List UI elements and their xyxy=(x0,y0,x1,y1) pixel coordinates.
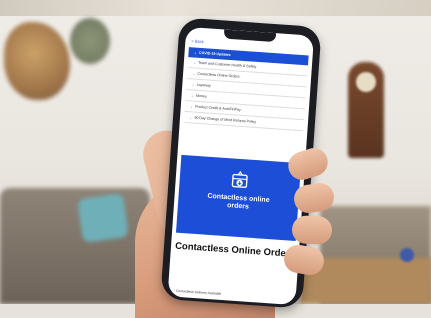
page-heading: Contactless Online Orders xyxy=(174,240,296,260)
menu-item-label: Product Credit & AutoFinPay xyxy=(195,104,241,112)
finger xyxy=(291,215,333,245)
menu-item-label: Team and Customer Health & Safety xyxy=(198,60,257,69)
ceiling-beam xyxy=(0,0,431,16)
menu-list: › COVID-19 Updates › Team and Customer Heal… xyxy=(183,47,309,132)
page-subtext: Contactless Delivery Available xyxy=(175,288,222,296)
menu-item-label: Layaway xyxy=(196,82,211,88)
chevron-right-icon: › xyxy=(192,81,194,88)
chevron-right-icon: › xyxy=(191,92,194,98)
menu-item-label: COVID-19 Updates xyxy=(198,50,231,58)
chevron-right-icon: › xyxy=(193,59,196,66)
banner-title: Contactless online orders xyxy=(207,192,270,211)
box-download-icon xyxy=(231,170,248,189)
chevron-right-icon: › xyxy=(189,114,192,120)
menu-item-label: Contactless Online Orders xyxy=(197,71,240,79)
lamp xyxy=(400,248,414,262)
menu-item-label: Money xyxy=(195,93,207,99)
back-link[interactable]: < Back xyxy=(191,38,204,44)
sofa xyxy=(0,188,150,304)
chevron-right-icon: › xyxy=(190,103,193,109)
contactless-banner[interactable]: Contactless online orders xyxy=(175,154,302,242)
clock-face xyxy=(356,72,376,92)
plant xyxy=(70,18,110,64)
pillow xyxy=(77,193,129,243)
phone-notch xyxy=(223,29,277,43)
menu-item-label: 90 Day Change of Mind Returns Policy xyxy=(194,115,257,124)
chevron-right-icon: › xyxy=(194,49,197,56)
chevron-right-icon: › xyxy=(192,70,195,77)
